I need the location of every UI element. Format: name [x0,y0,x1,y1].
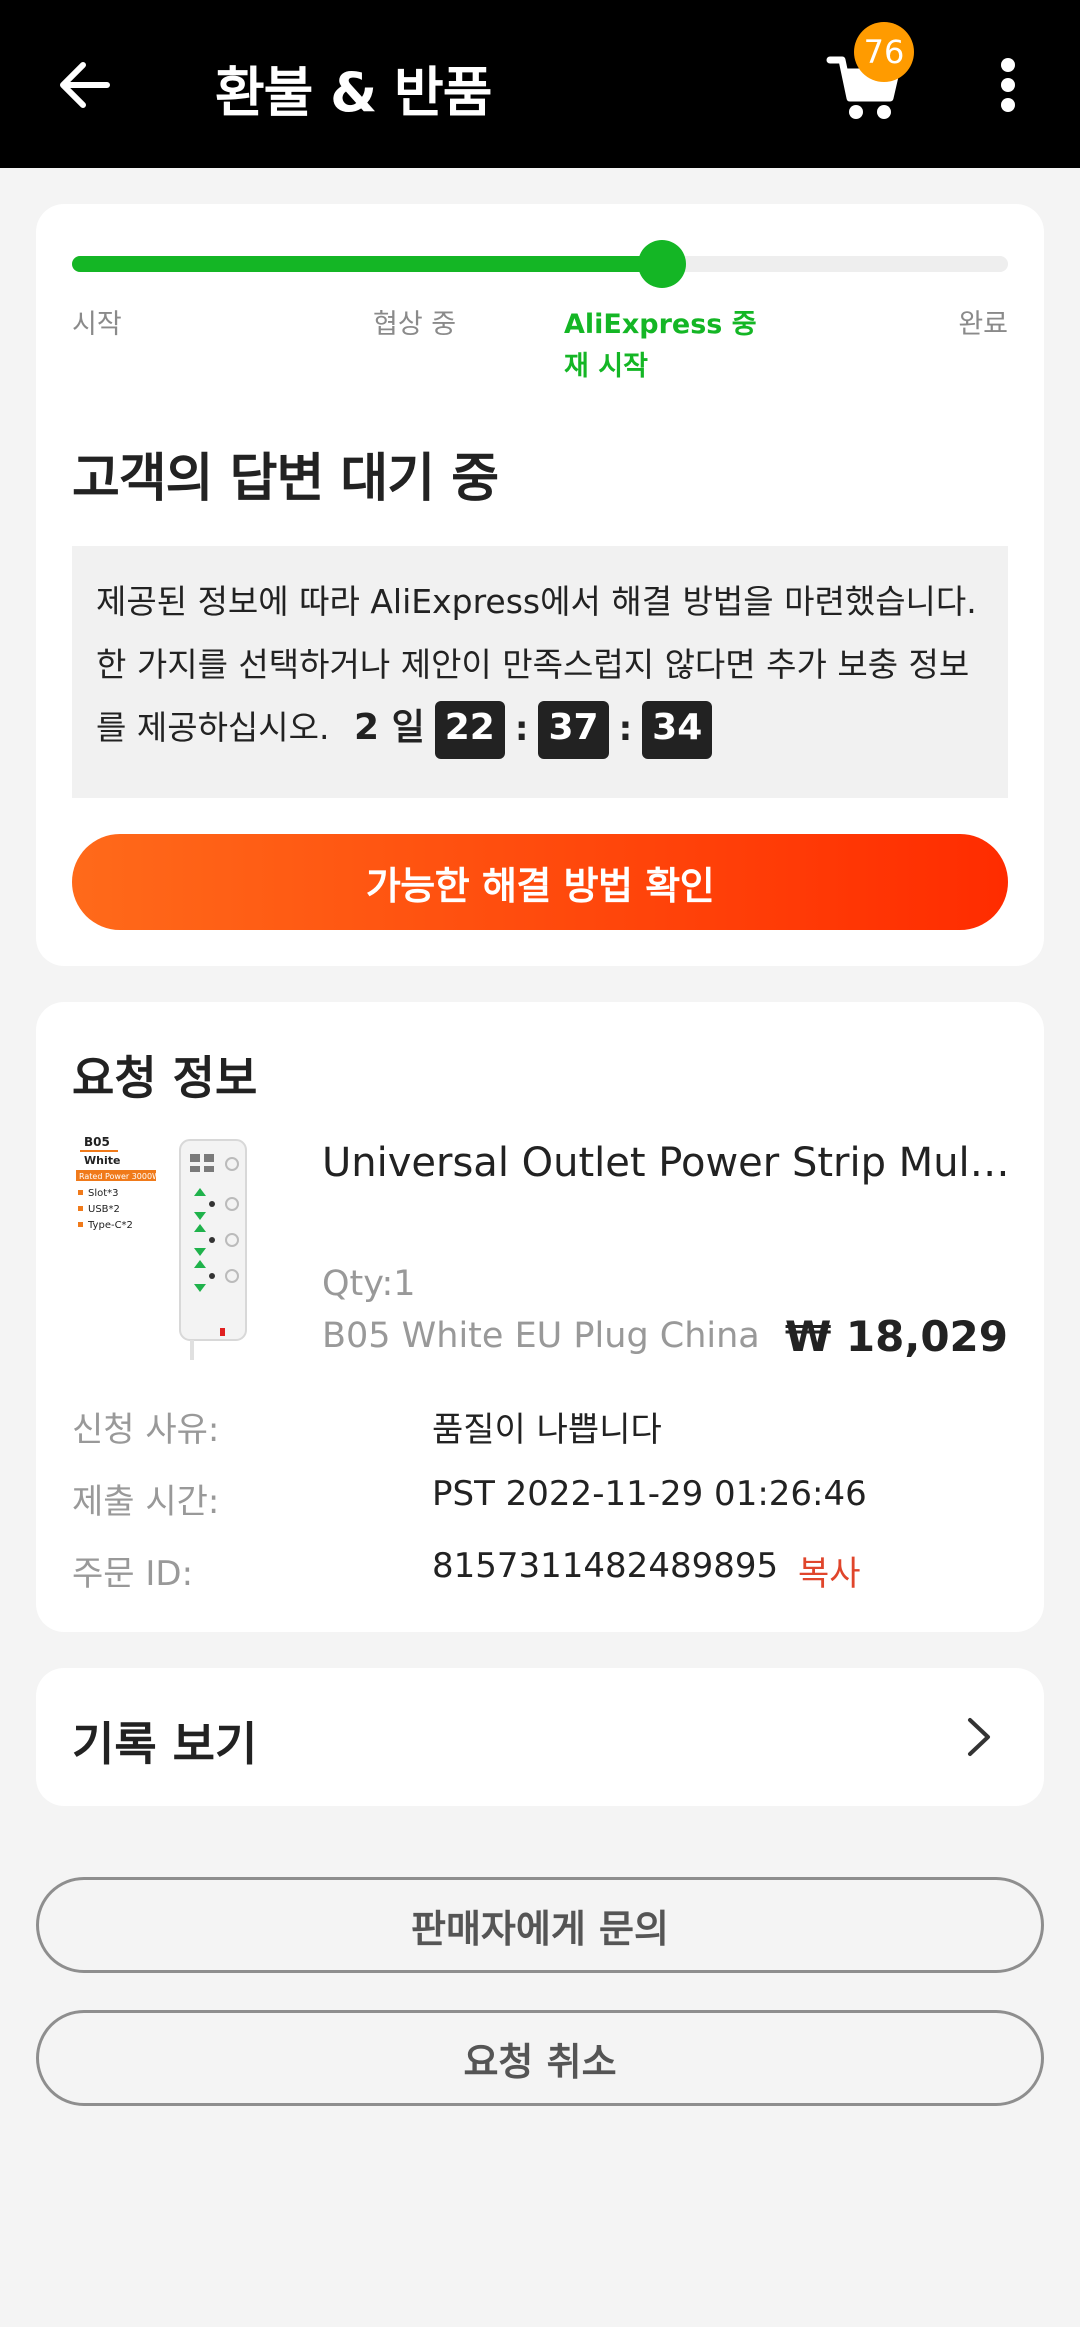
power-strip-image: B05 White Rated Power 3000W Slot*3 USB*2… [76,1135,247,1360]
timer-days: 2 일 [354,707,425,748]
submit-time-value: PST 2022-11-29 01:26:46 [432,1474,867,1514]
more-vertical-icon [1001,58,1015,72]
reason-value: 품질이 나쁩니다 [432,1410,662,1450]
step-aliexpress-mediation: AliExpress 중 재 시작 [564,309,757,382]
svg-text:USB*2: USB*2 [88,1204,120,1215]
progress-track [72,240,1008,288]
section-title: 요청 정보 [72,1051,258,1105]
status-message-box: 제공된 정보에 따라 AliExpress에서 해결 방법을 마련했습니다. 한… [72,546,1008,798]
page-title: 환불 & 반품 [215,61,492,124]
svg-text:B05: B05 [84,1135,110,1149]
view-solutions-button[interactable]: 가능한 해결 방법 확인 [72,834,1008,930]
view-history-row[interactable]: 기록 보기 [36,1668,1044,1806]
cart-count-badge: 76 [854,22,914,82]
dispute-status-card: 시작 협상 중 AliExpress 중 재 시작 완료 고객의 답변 대기 중… [36,204,1044,966]
reason-label: 신청 사유: [72,1410,220,1450]
top-app-bar: 환불 & 반품 76 [0,0,1080,168]
step-start: 시작 [72,309,122,340]
timer-minutes: 37 [538,700,609,759]
svg-text:Slot*3: Slot*3 [88,1188,119,1199]
progress-fill [72,256,662,272]
progress-knob [637,240,686,288]
more-options-button[interactable] [990,50,1026,120]
contact-seller-button[interactable]: 판매자에게 문의 [36,1877,1044,1973]
product-quantity: Qty:1 [322,1264,416,1304]
svg-text:Type-C*2: Type-C*2 [87,1220,133,1231]
request-info-card: 요청 정보 B05 White Rated Power 3000W Slot*3… [36,1002,1044,1632]
view-history-label: 기록 보기 [72,1717,258,1771]
back-arrow-icon [60,62,110,108]
order-id-value: 8157311482489895 [432,1546,779,1586]
submit-time-label: 제출 시간: [72,1482,220,1522]
svg-text:White: White [84,1154,120,1167]
step-complete: 완료 [958,309,1008,340]
back-button[interactable] [50,50,120,120]
svg-text:Rated Power 3000W: Rated Power 3000W [79,1172,160,1181]
order-id-label: 주문 ID: [72,1554,194,1594]
status-message: 제공된 정보에 따라 AliExpress에서 해결 방법을 마련했습니다. 한… [96,582,977,747]
timer-seconds: 34 [642,700,713,759]
copy-order-id-link[interactable]: 복사 [798,1546,861,1595]
timer-hours: 22 [434,700,505,759]
product-variant: B05 White EU Plug China [322,1316,760,1356]
product-thumbnail[interactable]: B05 White Rated Power 3000W Slot*3 USB*2… [72,1132,262,1362]
product-name[interactable]: Universal Outlet Power Strip Mult... [322,1140,1012,1186]
cancel-request-button[interactable]: 요청 취소 [36,2010,1044,2106]
step-negotiation: 협상 중 [373,309,457,340]
status-title: 고객의 답변 대기 중 [72,449,499,509]
chevron-right-icon [968,1718,990,1756]
product-price: ₩ 18,029 [784,1312,1008,1361]
